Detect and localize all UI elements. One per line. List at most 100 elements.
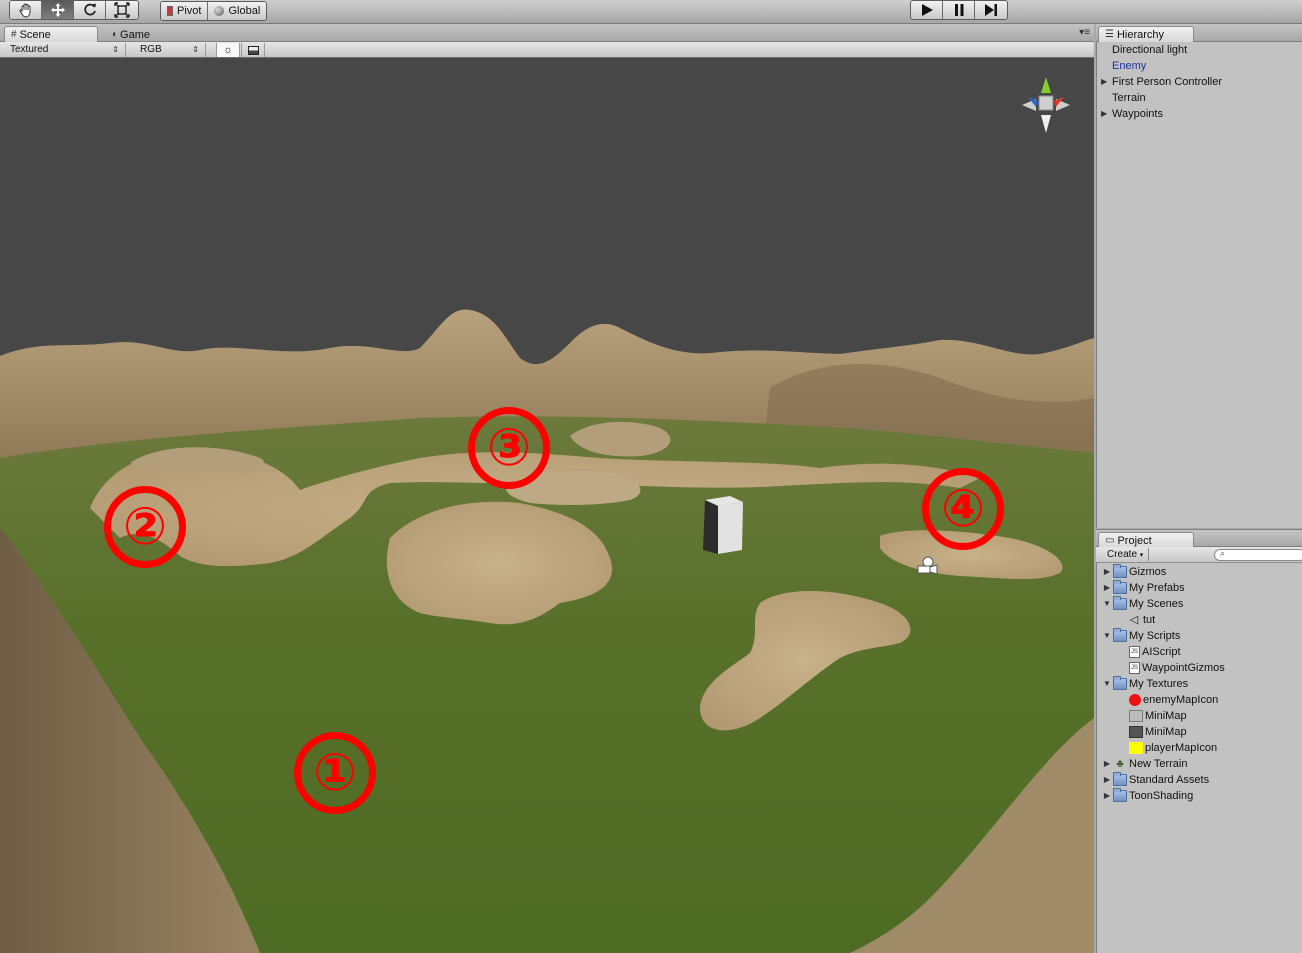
step-button[interactable]	[975, 1, 1007, 19]
project-item-label: Standard Assets	[1129, 774, 1210, 786]
project-item-toonshading[interactable]: ▶ ToonShading	[1101, 788, 1193, 804]
move-icon	[50, 3, 65, 17]
panel-menu-icon[interactable]: ▾≡	[1079, 27, 1090, 38]
step-icon	[985, 4, 997, 16]
pivot-icon	[167, 6, 173, 16]
project-item-label: AIScript	[1142, 646, 1181, 658]
playback-controls	[910, 0, 1008, 20]
project-item-minimap-render[interactable]: MiniMap	[1129, 724, 1187, 740]
hierarchy-tab-bar: ☰ Hierarchy	[1096, 24, 1302, 42]
project-search-input[interactable]: ⌕	[1214, 548, 1302, 561]
waypoint-marker-1: ①	[294, 732, 376, 814]
project-item-playermapicon[interactable]: playerMapIcon	[1129, 740, 1217, 756]
project-item-my-scripts[interactable]: ▼ My Scripts	[1101, 628, 1180, 644]
folder-icon	[1113, 772, 1127, 786]
project-item-standard-assets[interactable]: ▶ Standard Assets	[1101, 772, 1209, 788]
list-icon: ☰	[1105, 28, 1114, 40]
scene-lighting-toggle[interactable]: ☼	[216, 43, 240, 57]
project-item-label: tut	[1143, 614, 1156, 626]
project-item-label: My Prefabs	[1129, 582, 1185, 594]
project-list: ▶ Gizmos ▶ My Prefabs ▼ My Scenes ◁ tut …	[1096, 563, 1302, 953]
scene-viewport[interactable]: ① ② ③ ④	[0, 58, 1094, 953]
waypoint-marker-4: ④	[922, 468, 1004, 550]
terrain-icon: ♣	[1116, 758, 1124, 770]
yellow-texture-icon	[1129, 742, 1143, 754]
project-item-enemymapicon[interactable]: enemyMapIcon	[1129, 692, 1218, 708]
project-item-waypointgizmos[interactable]: JS WaypointGizmos	[1129, 660, 1225, 676]
hand-icon	[18, 3, 30, 18]
tab-project[interactable]: ▭ Project	[1098, 532, 1194, 548]
scene-orientation-gizmo	[1022, 77, 1070, 133]
move-tool-button[interactable]	[42, 1, 74, 19]
project-item-label: MiniMap	[1145, 710, 1187, 722]
project-item-label: My Scripts	[1129, 630, 1181, 642]
project-item-my-textures[interactable]: ▼ My Textures	[1101, 676, 1188, 692]
folder-icon	[1113, 580, 1127, 594]
transform-tools	[9, 0, 139, 20]
rotate-tool-button[interactable]	[74, 1, 106, 19]
tab-scene[interactable]: # Scene	[4, 26, 98, 42]
hierarchy-item-label: Terrain	[1112, 92, 1146, 104]
expand-arrow-icon[interactable]: ▶	[1101, 74, 1107, 90]
folder-icon	[1113, 628, 1127, 642]
project-item-my-prefabs[interactable]: ▶ My Prefabs	[1101, 580, 1185, 596]
dark-texture-icon	[1129, 726, 1143, 738]
scale-icon	[114, 2, 130, 18]
search-icon: ⌕	[1220, 548, 1226, 558]
project-item-minimap[interactable]: MiniMap	[1129, 708, 1187, 724]
tab-game-label: Game	[120, 28, 151, 41]
expand-arrow-icon[interactable]: ▶	[1101, 772, 1113, 788]
render-mode-dropdown[interactable]: Textured ⇕	[4, 43, 126, 57]
collapse-arrow-icon[interactable]: ▼	[1101, 628, 1113, 644]
global-label: Global	[228, 5, 261, 17]
project-item-tut[interactable]: ◁ tut	[1127, 612, 1155, 628]
hierarchy-item-label: Enemy	[1112, 60, 1147, 72]
create-label: Create	[1107, 549, 1138, 560]
expand-arrow-icon[interactable]: ▶	[1101, 788, 1113, 804]
folder-icon	[1113, 596, 1127, 610]
color-mode-dropdown[interactable]: RGB ⇕	[134, 43, 206, 57]
sun-icon: ☼	[222, 44, 234, 56]
tab-scene-label: Scene	[19, 28, 51, 41]
tab-hierarchy[interactable]: ☰ Hierarchy	[1098, 26, 1194, 42]
create-dropdown[interactable]: Create ▾	[1102, 548, 1150, 561]
project-item-my-scenes[interactable]: ▼ My Scenes	[1101, 596, 1183, 612]
chevron-down-icon: ▾	[1139, 552, 1144, 559]
expand-arrow-icon[interactable]: ▶	[1101, 564, 1113, 580]
tab-game[interactable]: ◖ Game	[104, 26, 194, 42]
project-item-label: New Terrain	[1129, 758, 1188, 770]
main-toolbar: Pivot Global	[0, 0, 1302, 24]
expand-arrow-icon[interactable]: ▶	[1101, 580, 1113, 596]
pivot-label: Pivot	[177, 5, 202, 17]
global-button[interactable]: Global	[208, 2, 267, 20]
project-item-new-terrain[interactable]: ▶ ♣ New Terrain	[1101, 756, 1188, 772]
project-item-gizmos[interactable]: ▶ Gizmos	[1101, 564, 1166, 580]
project-item-label: Gizmos	[1129, 566, 1167, 578]
project-item-label: MiniMap	[1145, 726, 1187, 738]
expand-arrow-icon[interactable]: ▶	[1101, 106, 1107, 122]
project-item-label: ToonShading	[1129, 790, 1194, 802]
collapse-arrow-icon[interactable]: ▼	[1101, 596, 1113, 612]
grid-icon: #	[11, 28, 17, 40]
render-mode-value: Textured	[10, 44, 49, 55]
project-item-label: My Scenes	[1129, 598, 1184, 610]
scene-overlay-toggle[interactable]	[241, 43, 265, 57]
hierarchy-item-label: First Person Controller	[1112, 76, 1223, 88]
script-icon: JS	[1129, 646, 1140, 658]
script-icon: JS	[1129, 662, 1140, 674]
hand-tool-button[interactable]	[10, 1, 42, 19]
pivot-button[interactable]: Pivot	[161, 2, 209, 20]
waypoint-marker-2: ②	[104, 486, 186, 568]
play-button[interactable]	[911, 1, 943, 19]
pause-button[interactable]	[943, 1, 975, 19]
expand-arrow-icon[interactable]: ▶	[1101, 756, 1113, 772]
folder-icon	[1113, 788, 1127, 802]
globe-icon	[214, 6, 225, 16]
waypoint-marker-3: ③	[468, 407, 550, 489]
folder-icon	[1113, 564, 1127, 578]
collapse-arrow-icon[interactable]: ▼	[1101, 676, 1113, 692]
project-item-label: WaypointGizmos	[1142, 662, 1225, 674]
project-tab-bar: ▭ Project	[1096, 529, 1302, 548]
scale-tool-button[interactable]	[106, 1, 138, 19]
project-item-aiscript[interactable]: JS AIScript	[1129, 644, 1181, 660]
